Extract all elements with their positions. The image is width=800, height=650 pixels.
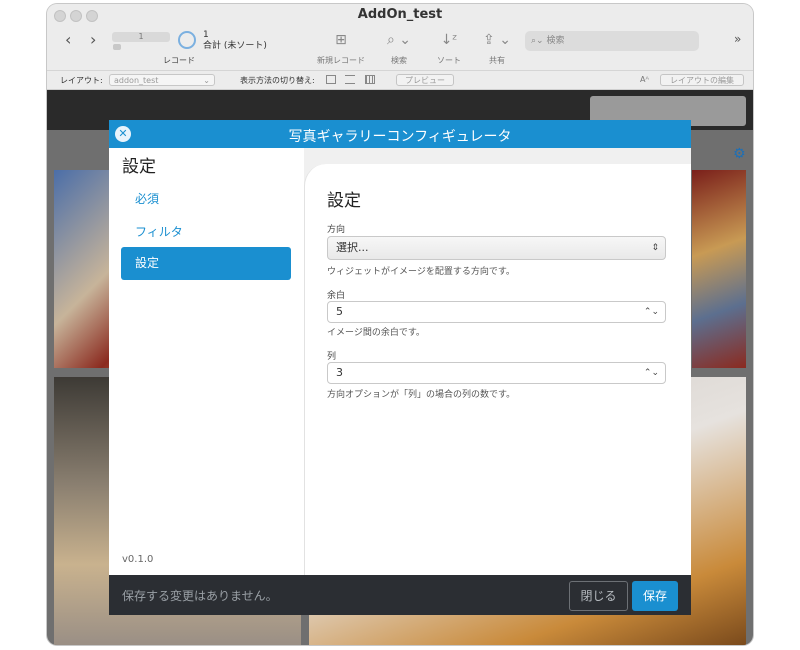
magnifier-icon: ⌕ ⌄ xyxy=(386,32,412,48)
gallery-photo-ornament xyxy=(692,170,746,368)
dialog-title: 写真ギャラリーコンフィギュレータ xyxy=(288,129,512,145)
font-size-icon[interactable]: Aᴬ xyxy=(640,75,649,84)
list-view-icon[interactable] xyxy=(345,75,355,84)
sort-icon: ↓ᶻ xyxy=(440,32,458,48)
titlebar: AddOn_test ‹ › 1 レコード 1 合計 (未ソート) ⊞ 新規レコ… xyxy=(47,4,753,70)
sidebar-item-filter[interactable]: フィルタ xyxy=(135,223,183,240)
columns-help: 方向オプションが「列」の場合の列の数です。 xyxy=(327,390,516,400)
direction-help: ウィジェットがイメージを配置する方向です。 xyxy=(327,267,515,277)
share-icon: ⇪ ⌄ xyxy=(483,32,511,48)
sidebar-item-settings[interactable]: 設定 xyxy=(121,247,291,280)
dialog-footer: 保存する変更はありません。 閉じる 保存 xyxy=(109,575,691,615)
sort-label: ソート xyxy=(437,56,461,65)
new-record-icon: ⊞ xyxy=(335,32,347,48)
close-button[interactable]: 閉じる xyxy=(569,581,628,611)
search-placeholder: 検索 xyxy=(546,36,565,46)
record-pie-icon xyxy=(178,31,196,49)
settings-panel: 設定 方向 選択... ⇕ ウィジェットがイメージを配置する方向です。 余白 5… xyxy=(304,164,691,575)
margin-label: 余白 xyxy=(327,291,346,301)
dialog-sidebar: 設定 必須 フィルタ 設定 v0.1.0 xyxy=(109,148,304,575)
toolbar-overflow-icon[interactable]: » xyxy=(734,32,741,46)
layout-select[interactable]: addon_test ⌄ xyxy=(109,74,215,86)
form-view-icon[interactable] xyxy=(326,75,336,84)
margin-value: 5 xyxy=(336,305,343,318)
record-slider-knob[interactable] xyxy=(113,44,121,50)
layout-bar: レイアウト: addon_test ⌄ 表示方法の切り替え: プレビュー Aᴬ … xyxy=(47,70,753,90)
sidebar-title: 設定 xyxy=(122,157,156,177)
layout-label: レイアウト: xyxy=(60,76,103,85)
record-total: 合計 (未ソート) xyxy=(203,41,267,51)
save-status-message: 保存する変更はありません。 xyxy=(122,589,278,603)
record-slider[interactable]: 1 xyxy=(112,32,170,42)
dialog-header: ✕ 写真ギャラリーコンフィギュレータ xyxy=(109,120,691,148)
record-label: レコード xyxy=(163,56,195,65)
new-record-button[interactable]: ⊞ 新規レコード xyxy=(313,32,369,66)
stepper-icon[interactable]: ⌃⌄ xyxy=(644,302,659,322)
find-label: 検索 xyxy=(391,56,407,65)
share-button[interactable]: ⇪ ⌄ 共有 xyxy=(479,32,515,66)
columns-stepper[interactable]: 3 ⌃⌄ xyxy=(327,362,666,384)
next-record-icon[interactable]: › xyxy=(90,30,96,49)
margin-help: イメージ間の余白です。 xyxy=(327,328,425,338)
search-icon: ⌕⌄ xyxy=(531,36,544,46)
previous-record-icon[interactable]: ‹ xyxy=(65,30,71,49)
view-as-label: 表示方法の切り替え: xyxy=(240,76,315,85)
new-record-label: 新規レコード xyxy=(317,56,365,65)
save-button[interactable]: 保存 xyxy=(632,581,678,611)
share-label: 共有 xyxy=(489,56,505,65)
find-button[interactable]: ⌕ ⌄ 検索 xyxy=(377,32,421,66)
chevron-down-icon: ⌄ xyxy=(203,76,210,85)
record-count-value: 1 xyxy=(203,30,209,40)
stepper-icon[interactable]: ⌃⌄ xyxy=(644,363,659,383)
table-view-icon[interactable] xyxy=(365,75,375,84)
record-count: 1 合計 (未ソート) xyxy=(203,30,267,52)
sort-button[interactable]: ↓ᶻ ソート xyxy=(431,32,467,66)
edit-layout-button[interactable]: レイアウトの編集 xyxy=(660,74,744,86)
sidebar-item-required[interactable]: 必須 xyxy=(135,190,159,207)
select-arrows-icon: ⇕ xyxy=(651,243,659,253)
search-field[interactable]: ⌕⌄ 検索 xyxy=(525,31,699,51)
version-label: v0.1.0 xyxy=(122,554,154,565)
window-title: AddOn_test xyxy=(357,7,443,22)
direction-label: 方向 xyxy=(327,225,346,235)
preview-button[interactable]: プレビュー xyxy=(396,74,454,86)
margin-stepper[interactable]: 5 ⌃⌄ xyxy=(327,301,666,323)
direction-select-value: 選択... xyxy=(336,241,369,254)
columns-label: 列 xyxy=(327,352,337,362)
layout-select-value: addon_test xyxy=(114,76,159,85)
configurator-dialog: ✕ 写真ギャラリーコンフィギュレータ 設定 必須 フィルタ 設定 v0.1.0 … xyxy=(109,120,691,615)
direction-select[interactable]: 選択... ⇕ xyxy=(327,236,666,260)
settings-title: 設定 xyxy=(327,191,361,211)
columns-value: 3 xyxy=(336,366,343,379)
gear-icon[interactable]: ⚙ xyxy=(733,146,746,162)
